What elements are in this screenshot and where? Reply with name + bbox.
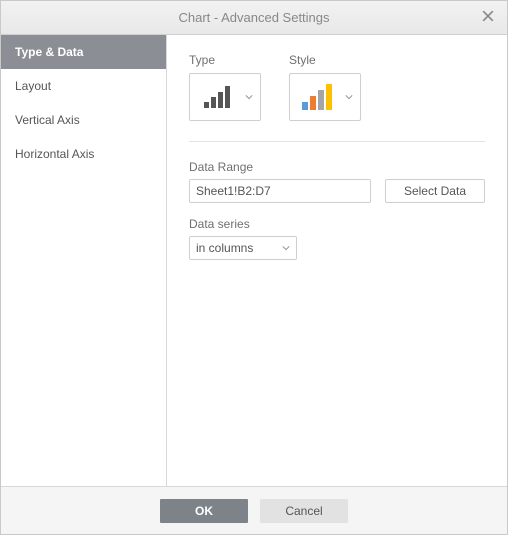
data-series-value: in columns	[196, 241, 253, 255]
cancel-button[interactable]: Cancel	[260, 499, 348, 523]
panel-type-data: Type	[167, 35, 507, 486]
sidebar: Type & Data Layout Vertical Axis Horizon…	[1, 35, 167, 486]
type-label: Type	[189, 53, 261, 67]
sidebar-item-vertical-axis[interactable]: Vertical Axis	[1, 103, 166, 137]
sidebar-item-type-data[interactable]: Type & Data	[1, 35, 166, 69]
chevron-down-icon	[282, 241, 290, 255]
sidebar-item-label: Vertical Axis	[15, 113, 80, 127]
sidebar-item-label: Horizontal Axis	[15, 147, 94, 161]
data-range-input[interactable]	[189, 179, 371, 203]
data-range-row: Select Data	[189, 179, 485, 203]
close-icon	[482, 9, 494, 26]
dialog-footer: OK Cancel	[1, 486, 507, 534]
data-range-label: Data Range	[189, 160, 485, 174]
colored-bar-chart-icon	[294, 80, 342, 114]
type-group: Type	[189, 53, 261, 121]
data-series-label: Data series	[189, 217, 485, 231]
sidebar-item-horizontal-axis[interactable]: Horizontal Axis	[1, 137, 166, 171]
chevron-down-icon	[242, 93, 256, 101]
dialog-title: Chart - Advanced Settings	[1, 10, 507, 25]
select-data-button[interactable]: Select Data	[385, 179, 485, 203]
chevron-down-icon	[342, 93, 356, 101]
sidebar-item-label: Layout	[15, 79, 51, 93]
sidebar-item-layout[interactable]: Layout	[1, 69, 166, 103]
dialog-body: Type & Data Layout Vertical Axis Horizon…	[1, 35, 507, 486]
dialog-chart-advanced-settings: Chart - Advanced Settings Type & Data La…	[0, 0, 508, 535]
sidebar-item-label: Type & Data	[15, 45, 83, 59]
type-style-row: Type	[189, 53, 485, 121]
bar-chart-icon	[194, 82, 242, 112]
style-label: Style	[289, 53, 361, 67]
ok-button[interactable]: OK	[160, 499, 248, 523]
style-group: Style	[289, 53, 361, 121]
chart-style-picker[interactable]	[289, 73, 361, 121]
close-button[interactable]	[479, 9, 497, 27]
titlebar: Chart - Advanced Settings	[1, 1, 507, 35]
divider	[189, 141, 485, 142]
data-series-select[interactable]: in columns	[189, 236, 297, 260]
chart-type-picker[interactable]	[189, 73, 261, 121]
